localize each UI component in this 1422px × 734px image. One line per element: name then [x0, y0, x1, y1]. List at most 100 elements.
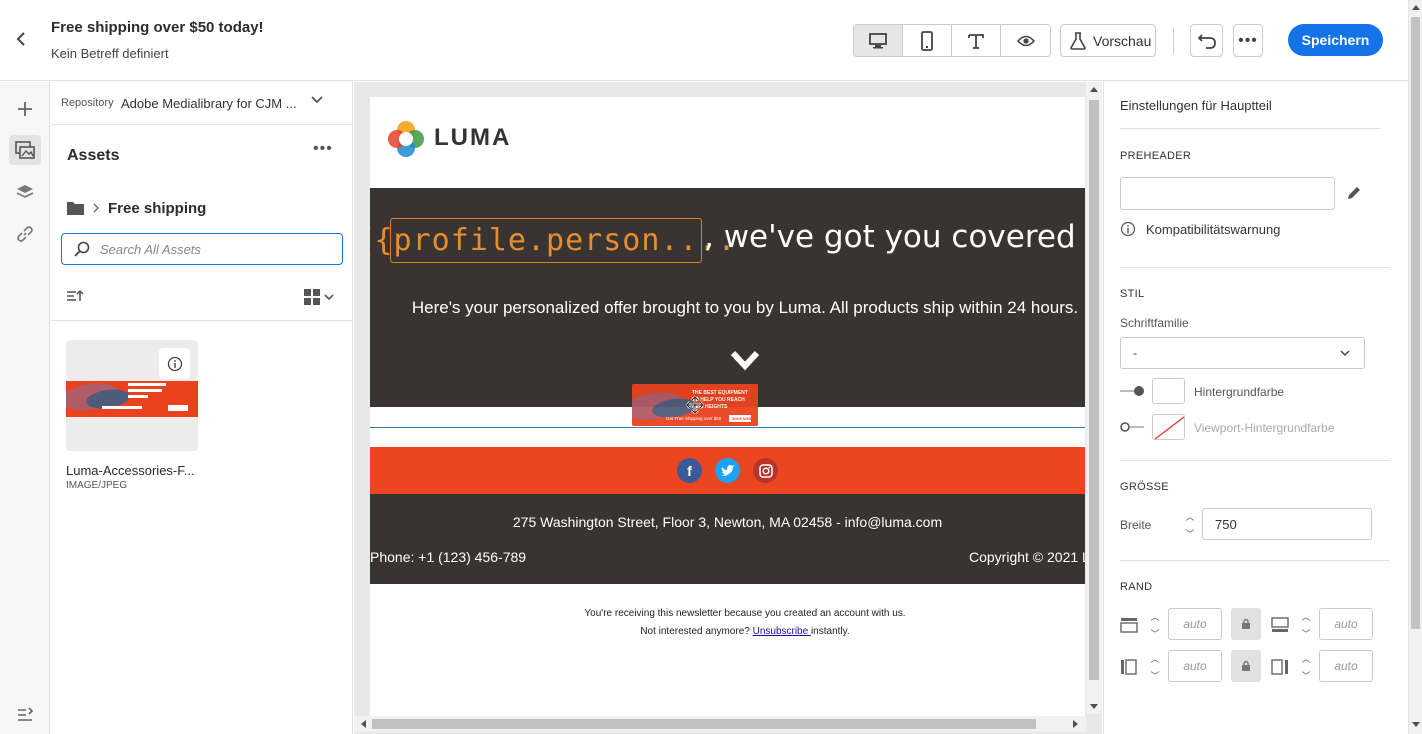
- lock-icon[interactable]: [1231, 650, 1261, 682]
- layers-icon[interactable]: [9, 177, 41, 207]
- logo-row[interactable]: LUMA: [370, 97, 1085, 188]
- assets-heading: Assets: [67, 147, 120, 164]
- margin-bottom-icon: [1271, 617, 1289, 638]
- social-bar[interactable]: f: [370, 447, 1085, 494]
- beaker-icon: [1070, 31, 1086, 50]
- banner-cta: Get Free Shipping over $50: [666, 416, 722, 421]
- chevron-down-icon: [324, 294, 334, 301]
- personalization-token[interactable]: {{profile.person....: [370, 218, 736, 263]
- instagram-icon[interactable]: [753, 458, 778, 483]
- move-cursor-icon: [686, 396, 704, 414]
- toolbar-divider: [1173, 28, 1174, 54]
- compatibility-warning[interactable]: Kompatibilitätswarnung: [1146, 222, 1280, 237]
- luma-logo-text: LUMA: [434, 124, 512, 151]
- legal-text: You're receiving this newsletter because…: [370, 605, 1085, 641]
- margin-right-stepper[interactable]: ︿ ﹀: [1295, 652, 1317, 682]
- desktop-icon: [869, 32, 887, 48]
- lock-icon[interactable]: [1231, 608, 1261, 640]
- chevron-down-icon: [311, 94, 323, 108]
- info-icon: [1120, 221, 1136, 242]
- more-options-button[interactable]: •••: [1233, 24, 1263, 57]
- dragged-image-ghost[interactable]: THE BEST EQUIPMENT TO HELP YOU REACH NEW…: [632, 384, 758, 426]
- width-stepper[interactable]: ︿ ﹀: [1179, 510, 1201, 540]
- email-canvas: LUMA {{profile.person.... , we've got yo…: [354, 82, 1102, 734]
- view-mode-group: [853, 24, 1051, 57]
- unsubscribe-link[interactable]: Unsubscribe: [753, 626, 811, 637]
- asset-name: Luma-Accessories-F...: [66, 463, 195, 478]
- info-icon: [167, 356, 182, 371]
- margin-right-input[interactable]: auto: [1319, 650, 1373, 682]
- margin-bottom-stepper[interactable]: ︿ ﹀: [1295, 610, 1317, 640]
- link-icon[interactable]: [9, 219, 41, 249]
- font-family-label: Schriftfamilie: [1120, 316, 1189, 330]
- preheader-input[interactable]: [1120, 177, 1335, 210]
- info-button[interactable]: [159, 348, 190, 379]
- headline-text: , we've got you covered: [704, 219, 1076, 255]
- margin-left-stepper[interactable]: ︿ ﹀: [1144, 652, 1166, 682]
- asset-search: [61, 233, 343, 265]
- subject-line: Kein Betreff definiert: [51, 46, 169, 61]
- divider: [1120, 128, 1380, 129]
- footer-section[interactable]: 275 Washington Street, Floor 3, Newton, …: [370, 494, 1085, 584]
- sort-icon[interactable]: [66, 289, 84, 306]
- structure-icon[interactable]: [9, 700, 41, 730]
- margin-top-stepper[interactable]: ︿ ﹀: [1144, 610, 1166, 640]
- text-icon: [968, 33, 984, 49]
- twitter-icon[interactable]: [715, 458, 740, 483]
- assets-icon[interactable]: [9, 135, 41, 165]
- repository-label: Repository: [61, 97, 114, 109]
- divider: [1120, 560, 1390, 561]
- viewport-bg-swatch[interactable]: [1152, 414, 1185, 440]
- message-title: Free shipping over $50 today!: [51, 19, 264, 36]
- search-input[interactable]: [100, 241, 320, 257]
- properties-panel: Einstellungen für Hauptteil PREHEADER Ko…: [1103, 82, 1408, 734]
- margin-top-icon: [1120, 617, 1138, 638]
- assets-panel: Repository Adobe Medialibrary for CJM ..…: [51, 82, 353, 734]
- grid-icon: [304, 289, 320, 305]
- banner-button: SHOP NOW: [732, 417, 752, 421]
- mobile-view-button[interactable]: [903, 25, 952, 56]
- page-vertical-scrollbar[interactable]: [1408, 0, 1422, 734]
- chevron-down-icon: [730, 350, 760, 377]
- text-view-button[interactable]: [952, 25, 1001, 56]
- viewport-bg-label: Viewport-Hintergrundfarbe: [1194, 421, 1335, 435]
- undo-button[interactable]: [1190, 24, 1223, 57]
- desktop-view-button[interactable]: [854, 25, 903, 56]
- scroll-thumb[interactable]: [372, 719, 1036, 729]
- luma-logo-icon: [388, 121, 424, 157]
- bg-color-toggle[interactable]: [1120, 384, 1146, 403]
- asset-card[interactable]: [66, 340, 198, 451]
- assets-more-button[interactable]: •••: [313, 140, 333, 158]
- email-body[interactable]: LUMA {{profile.person.... , we've got yo…: [370, 97, 1085, 717]
- bg-color-swatch[interactable]: [1152, 378, 1185, 404]
- pencil-icon[interactable]: [1346, 185, 1362, 206]
- viewport-bg-toggle[interactable]: [1120, 420, 1146, 439]
- width-label: Breite: [1120, 518, 1152, 532]
- back-icon[interactable]: [14, 28, 34, 52]
- size-section-label: GRÖSSE: [1120, 481, 1169, 493]
- repository-value: Adobe Medialibrary for CJM ...: [121, 96, 297, 111]
- folder-breadcrumb[interactable]: Free shipping: [67, 197, 206, 219]
- font-family-select[interactable]: -: [1120, 337, 1365, 369]
- folder-icon: [67, 202, 84, 215]
- add-icon[interactable]: [9, 94, 41, 124]
- width-input[interactable]: 750: [1202, 508, 1372, 540]
- margin-section-label: RAND: [1120, 581, 1153, 593]
- canvas-vertical-scrollbar[interactable]: [1086, 82, 1102, 714]
- repository-selector[interactable]: Repository Adobe Medialibrary for CJM ..…: [51, 82, 353, 125]
- hero-section[interactable]: {{profile.person.... , we've got you cov…: [370, 188, 1085, 407]
- grid-view-toggle[interactable]: [304, 289, 334, 305]
- simulate-preview-button[interactable]: Vorschau: [1060, 24, 1156, 57]
- scroll-thumb[interactable]: [1089, 100, 1099, 680]
- search-icon: [74, 241, 90, 257]
- asset-thumbnail: [66, 373, 198, 417]
- margin-top-input[interactable]: auto: [1168, 608, 1222, 640]
- facebook-icon[interactable]: f: [677, 458, 702, 483]
- margin-bottom-input[interactable]: auto: [1319, 608, 1373, 640]
- scroll-thumb[interactable]: [1411, 17, 1420, 629]
- save-button[interactable]: Speichern: [1288, 24, 1383, 56]
- margin-left-input[interactable]: auto: [1168, 650, 1222, 682]
- canvas-horizontal-scrollbar[interactable]: [354, 716, 1086, 732]
- preview-view-button[interactable]: [1001, 25, 1050, 56]
- eye-icon: [1016, 35, 1035, 46]
